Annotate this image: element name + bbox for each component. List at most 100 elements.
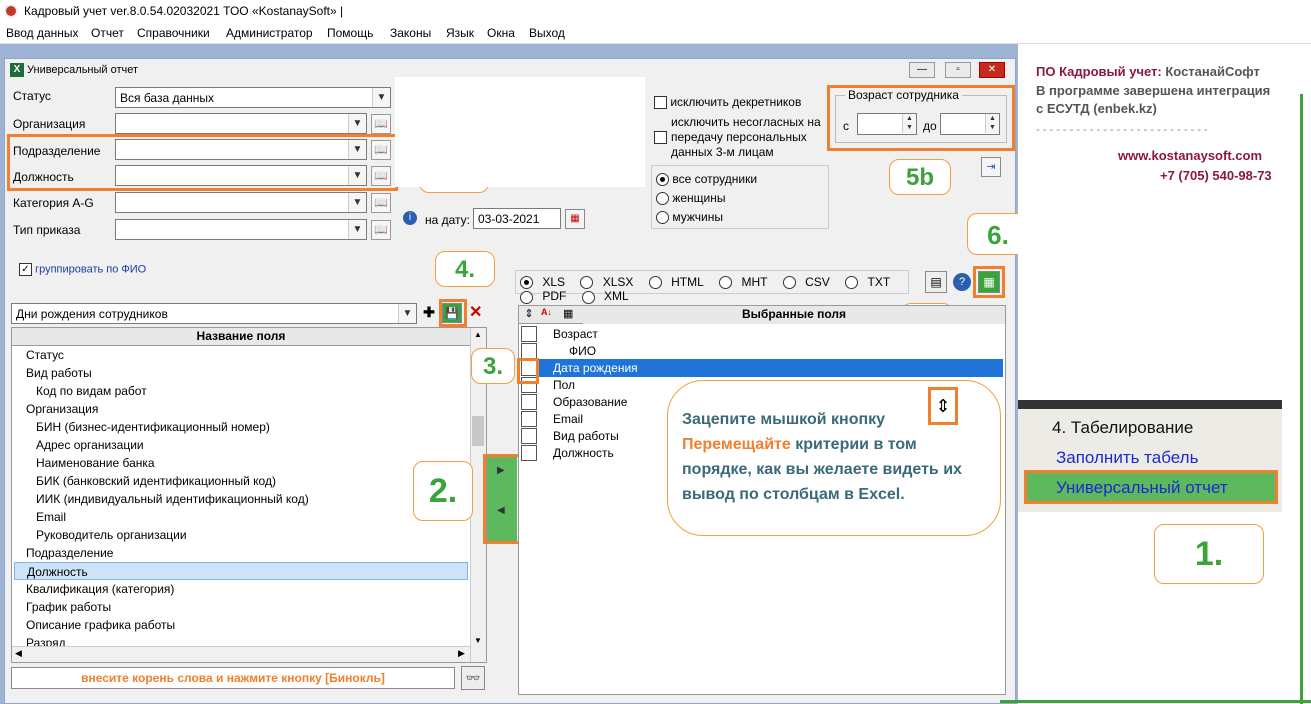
field-item[interactable]: Адрес организации bbox=[36, 436, 144, 454]
menu-exit[interactable]: Выход bbox=[529, 26, 565, 40]
maximize-button[interactable]: ▫ bbox=[945, 62, 971, 78]
field-item[interactable]: Подразделение bbox=[26, 544, 113, 562]
promo-line1: ПО Кадровый учет: КостанайСофт bbox=[1036, 64, 1260, 79]
calendar-icon[interactable]: ▦ bbox=[565, 209, 585, 229]
field-item[interactable]: График работы bbox=[26, 598, 111, 616]
menu-input[interactable]: Ввод данных bbox=[6, 26, 79, 40]
format-xls[interactable]: XLS bbox=[520, 275, 571, 290]
row-handle[interactable] bbox=[521, 428, 537, 444]
field-item[interactable]: Вид работы bbox=[26, 364, 92, 382]
menu-laws[interactable]: Законы bbox=[390, 26, 431, 40]
app-icon bbox=[4, 4, 18, 18]
age-from-input[interactable]: ▲ ▼ bbox=[857, 113, 917, 135]
selected-field-item[interactable]: Дата рождения bbox=[539, 359, 1003, 377]
selected-field-item[interactable]: Возраст bbox=[539, 325, 1003, 343]
excel-icon: X bbox=[10, 63, 24, 77]
book-icon[interactable]: 📖 bbox=[371, 114, 391, 134]
format-pdf[interactable]: PDF bbox=[520, 289, 572, 304]
window-title: Универсальный отчет bbox=[27, 64, 139, 76]
book-icon[interactable]: 📖 bbox=[371, 220, 391, 240]
export-excel-button[interactable]: ▦ bbox=[978, 271, 1000, 293]
side-menu-fill-timesheet[interactable]: Заполнить табель bbox=[1056, 448, 1198, 468]
help-icon[interactable]: ? bbox=[953, 273, 971, 291]
field-item[interactable]: Организация bbox=[26, 400, 98, 418]
report-window: X Универсальный отчет — ▫ ✕ Статус Вся б… bbox=[4, 58, 1029, 704]
gender-female[interactable]: женщины bbox=[656, 191, 726, 206]
field-item[interactable]: БИН (бизнес-идентификационный номер) bbox=[36, 418, 270, 436]
order-type-combo[interactable]: ▼ bbox=[115, 219, 367, 240]
book-icon[interactable]: 📖 bbox=[371, 166, 391, 186]
format-xml[interactable]: XML bbox=[581, 289, 635, 304]
field-item[interactable]: Руководитель организации bbox=[36, 526, 187, 544]
minimize-button[interactable]: — bbox=[909, 62, 935, 78]
format-html[interactable]: HTML bbox=[648, 275, 710, 290]
menu-windows[interactable]: Окна bbox=[487, 26, 515, 40]
dept-combo[interactable]: ▼ bbox=[115, 139, 367, 160]
age-to-input[interactable]: ▲ ▼ bbox=[940, 113, 1000, 135]
checkbox[interactable]: ✓ bbox=[19, 263, 32, 276]
menu-language[interactable]: Язык bbox=[446, 26, 474, 40]
category-combo[interactable]: ▼ bbox=[115, 192, 367, 213]
binoculars-icon[interactable]: 👓 bbox=[461, 666, 485, 690]
add-icon[interactable]: ✚ bbox=[421, 304, 437, 322]
format-txt[interactable]: TXT bbox=[845, 275, 896, 290]
promo-line2: В программе завершена интеграция с ЕСУТД… bbox=[1036, 83, 1271, 116]
exit-door-icon[interactable]: ⇥ bbox=[981, 157, 1001, 177]
gender-all[interactable]: все сотрудники bbox=[656, 172, 757, 187]
chevron-down-icon: ▼ bbox=[348, 220, 366, 239]
format-csv[interactable]: CSV bbox=[782, 275, 836, 290]
reorder-icon[interactable]: ⇕ bbox=[521, 307, 537, 320]
menu-help[interactable]: Помощь bbox=[327, 26, 373, 40]
status-combo[interactable]: Вся база данных ▼ bbox=[115, 87, 391, 108]
menu-admin[interactable]: Администратор bbox=[226, 26, 313, 40]
age-to-label: до bbox=[923, 119, 937, 133]
sort-icon[interactable]: A↓ bbox=[541, 307, 557, 317]
category-label: Категория A-G bbox=[13, 196, 94, 210]
close-button[interactable]: ✕ bbox=[979, 62, 1005, 78]
gender-male[interactable]: мужчины bbox=[656, 210, 723, 225]
book-icon[interactable]: 📖 bbox=[371, 140, 391, 160]
side-menu-universal-report[interactable]: Универсальный отчет bbox=[1056, 478, 1228, 498]
excl-nonconsent[interactable]: исключить несогласных на передачу персон… bbox=[654, 115, 829, 160]
search-input[interactable]: внесите корень слова и нажмите кнопку [Б… bbox=[11, 667, 455, 689]
field-item[interactable]: Квалификация (категория) bbox=[26, 580, 174, 598]
position-label: Должность bbox=[13, 170, 74, 184]
row-handle[interactable] bbox=[521, 343, 537, 359]
field-item[interactable]: Описание графика работы bbox=[26, 616, 175, 634]
h-scrollbar[interactable]: ◀ ▶ bbox=[12, 646, 470, 662]
excl-maternity[interactable]: исключить декретников bbox=[654, 95, 801, 110]
filter-table-icon[interactable]: ▦ bbox=[563, 307, 579, 320]
field-item[interactable]: Email bbox=[36, 508, 66, 526]
selected-field-item[interactable]: ФИО bbox=[539, 342, 1003, 360]
field-item[interactable]: Должность bbox=[14, 562, 468, 580]
field-item[interactable]: ИИК (индивидуальный идентификационный ко… bbox=[36, 490, 309, 508]
drag-handle-icon: ⇕ bbox=[928, 387, 958, 425]
format-xlsx[interactable]: XLSX bbox=[580, 275, 639, 290]
date-input[interactable]: 03-03-2021 bbox=[473, 208, 561, 229]
move-right-button[interactable]: ▶ bbox=[497, 465, 505, 476]
menu-directories[interactable]: Справочники bbox=[137, 26, 210, 40]
promo-site[interactable]: www.kostanaysoft.com bbox=[1118, 148, 1262, 163]
promo-phone: +7 (705) 540-98-73 bbox=[1160, 168, 1272, 183]
menu-report[interactable]: Отчет bbox=[91, 26, 124, 40]
row-handle[interactable] bbox=[521, 326, 537, 342]
row-handle[interactable] bbox=[521, 445, 537, 461]
field-item[interactable]: Статус bbox=[26, 346, 64, 364]
field-item[interactable]: Наименование банка bbox=[36, 454, 155, 472]
group-by-option[interactable]: ✓ группировать по ФИО bbox=[19, 263, 146, 276]
book-icon[interactable]: 📖 bbox=[371, 193, 391, 213]
row-handle[interactable] bbox=[521, 411, 537, 427]
template-combo[interactable]: Дни рождения сотрудников ▼ bbox=[11, 303, 417, 324]
archive-icon[interactable]: ▤ bbox=[925, 271, 947, 293]
callout-2: 2. bbox=[413, 461, 473, 521]
org-combo[interactable]: ▼ bbox=[115, 113, 367, 134]
scroll-thumb[interactable] bbox=[472, 416, 484, 446]
row-handle[interactable] bbox=[521, 394, 537, 410]
save-button[interactable]: 💾 bbox=[442, 303, 462, 323]
field-item[interactable]: БИК (банковский идентификационный код) bbox=[36, 472, 276, 490]
format-mht[interactable]: MHT bbox=[719, 275, 773, 290]
delete-icon[interactable]: ✕ bbox=[469, 302, 485, 322]
field-item[interactable]: Код по видам работ bbox=[36, 382, 147, 400]
position-combo[interactable]: ▼ bbox=[115, 165, 367, 186]
move-left-button[interactable]: ◀ bbox=[497, 505, 505, 516]
